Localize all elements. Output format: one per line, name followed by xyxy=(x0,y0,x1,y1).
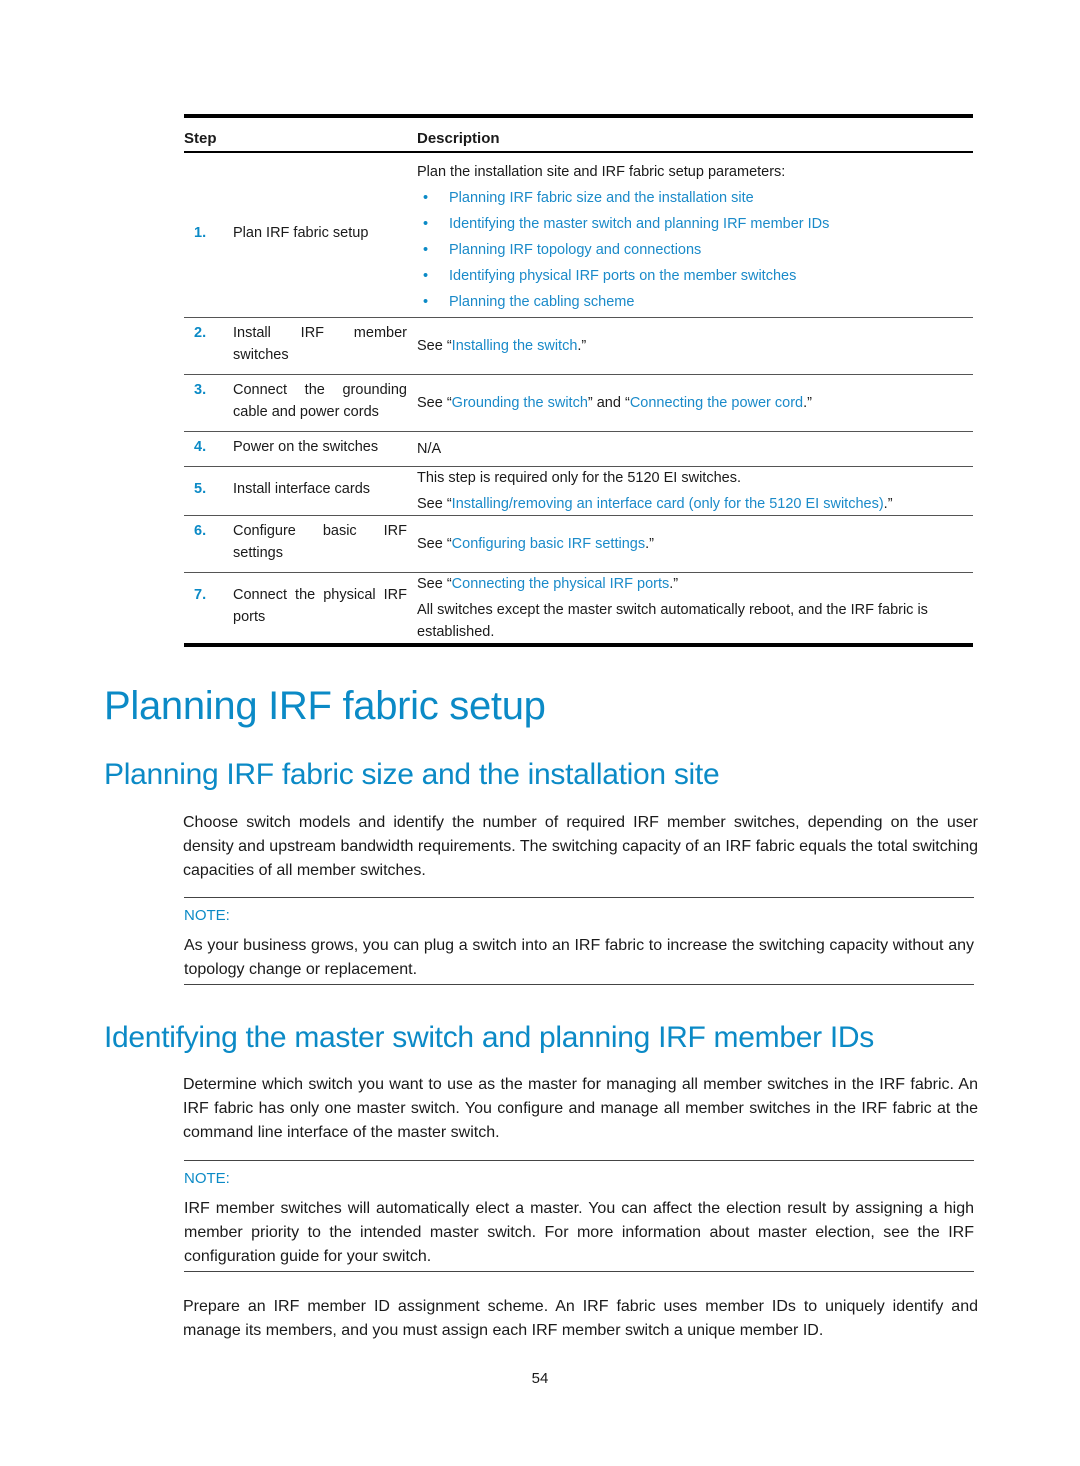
step-number: 6. xyxy=(194,523,207,539)
text: ” and “ xyxy=(587,395,630,411)
table-row: 3. Connect the grounding cable and power … xyxy=(184,374,973,432)
bullet-icon: • xyxy=(423,268,429,284)
bullet-icon: • xyxy=(423,242,429,258)
note-box: NOTE: As your business grows, you can pl… xyxy=(184,897,974,985)
table-row: 5. Install interface cards This step is r… xyxy=(184,466,973,516)
table-row: 1. Plan IRF fabric setup Plan the install… xyxy=(184,152,973,318)
link-installing-switch[interactable]: Installing the switch xyxy=(452,338,578,354)
text: See “ xyxy=(417,496,452,512)
step-number: 7. xyxy=(194,587,207,603)
text: .” xyxy=(803,395,812,411)
text: See “ xyxy=(417,536,452,552)
link-interface-card[interactable]: Installing/removing an interface card (o… xyxy=(452,496,884,512)
bullet-icon: • xyxy=(423,216,429,232)
step-number: 3. xyxy=(194,382,207,398)
text: See “ xyxy=(417,338,452,354)
list-item: • Identifying the master switch and plann… xyxy=(417,213,973,235)
link-cabling-scheme[interactable]: Planning the cabling scheme xyxy=(449,291,634,313)
note-label: NOTE: xyxy=(184,1170,230,1187)
table-row: 7. Connect the physical IRF ports See “Co… xyxy=(184,572,973,647)
step-label: Connect the physical IRF ports xyxy=(233,587,407,625)
list-item: • Identifying physical IRF ports on the m… xyxy=(417,265,973,287)
table-row: 6. Configure basic IRF settings See “Conf… xyxy=(184,515,973,573)
step-description: See “Installing the switch.” xyxy=(417,335,973,357)
bullet-list: • Planning IRF fabric size and the instal… xyxy=(417,187,973,313)
bullet-icon: • xyxy=(423,190,429,206)
step-label: Install interface cards xyxy=(233,481,371,497)
step-label: Connect the grounding cable and power co… xyxy=(233,382,407,420)
list-item: • Planning the cabling scheme xyxy=(417,291,973,313)
subsection-title-size: Planning IRF fabric size and the install… xyxy=(104,758,720,791)
note-text: IRF member switches will automatically e… xyxy=(184,1200,974,1265)
list-item: • Planning IRF topology and connections xyxy=(417,239,973,261)
note-box: NOTE: IRF member switches will automatic… xyxy=(184,1160,974,1272)
step-number: 1. xyxy=(194,225,207,241)
link-basic-irf-settings[interactable]: Configuring basic IRF settings xyxy=(452,536,645,552)
step-label: Install IRF member switches xyxy=(233,325,407,363)
subsection-title-master: Identifying the master switch and planni… xyxy=(104,1021,874,1054)
step-label: Power on the switches xyxy=(233,439,379,455)
text: See “ xyxy=(417,576,452,592)
step-label: Plan IRF fabric setup xyxy=(233,225,369,241)
text: See “ xyxy=(417,395,452,411)
link-physical-irf-ports[interactable]: Connecting the physical IRF ports xyxy=(452,576,670,592)
steps-table: Step Description 1. Plan IRF fabric setup… xyxy=(184,114,973,647)
step-number: 4. xyxy=(194,439,207,455)
header-description: Description xyxy=(417,114,973,153)
table-row: 2. Install IRF member switches See “Insta… xyxy=(184,317,973,375)
step-description: Plan the installation site and IRF fabri… xyxy=(417,164,786,180)
text: .” xyxy=(883,496,893,512)
table-row: 4. Power on the switches N/A xyxy=(184,431,973,467)
note-label: NOTE: xyxy=(184,907,230,924)
link-planning-topology[interactable]: Planning IRF topology and connections xyxy=(449,239,701,261)
table-header-row: Step Description xyxy=(184,114,973,153)
link-power-cord[interactable]: Connecting the power cord xyxy=(630,395,803,411)
step-description: See “Configuring basic IRF settings.” xyxy=(417,533,973,555)
bullet-icon: • xyxy=(423,294,429,310)
text: .” xyxy=(645,536,654,552)
text: .” xyxy=(669,576,679,592)
page-number: 54 xyxy=(531,1370,549,1387)
link-identifying-master[interactable]: Identifying the master switch and planni… xyxy=(449,213,829,235)
step-description: See “Grounding the switch” and “Connecti… xyxy=(417,392,973,414)
link-identifying-ports[interactable]: Identifying physical IRF ports on the me… xyxy=(449,265,796,287)
header-step: Step xyxy=(184,114,417,153)
link-planning-size[interactable]: Planning IRF fabric size and the install… xyxy=(449,187,754,209)
step-number: 2. xyxy=(194,325,207,341)
text: .” xyxy=(577,338,587,354)
step-label: Configure basic IRF settings xyxy=(233,523,407,561)
paragraph-member-id: Prepare an IRF member ID assignment sche… xyxy=(183,1298,978,1339)
link-grounding-switch[interactable]: Grounding the switch xyxy=(452,395,588,411)
list-item: • Planning IRF fabric size and the instal… xyxy=(417,187,973,209)
step-reference: See “Connecting the physical IRF ports.” xyxy=(417,573,973,595)
note-text: As your business grows, you can plug a s… xyxy=(184,937,974,978)
step-description: All switches except the master switch au… xyxy=(417,602,928,640)
step-reference: See “Installing/removing an interface ca… xyxy=(417,493,973,515)
step-description: This step is required only for the 5120 … xyxy=(417,470,741,486)
section-title: Planning IRF fabric setup xyxy=(104,684,546,728)
step-description: N/A xyxy=(417,441,442,457)
paragraph-master: Determine which switch you want to use a… xyxy=(183,1076,978,1141)
step-number: 5. xyxy=(194,481,207,497)
paragraph-size: Choose switch models and identify the nu… xyxy=(183,814,978,879)
